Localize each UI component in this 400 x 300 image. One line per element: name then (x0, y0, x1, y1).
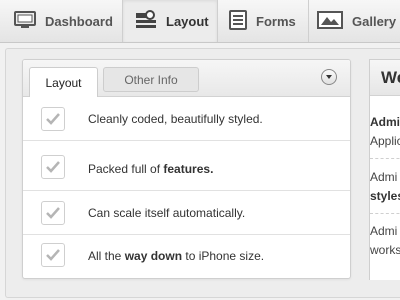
layout-icon (135, 9, 157, 33)
list-item: Cleanly coded, beautifully styled. (23, 97, 350, 141)
tab-other-info[interactable]: Other Info (103, 67, 199, 92)
side-text: styles (370, 189, 400, 203)
text-part: Can scale itself automatically. (88, 206, 246, 220)
nav-item-forms[interactable]: Forms (218, 0, 309, 42)
divider (370, 213, 400, 214)
welcome-panel: We Admi Applic Admi styles Admi works (369, 59, 400, 280)
text-part: Packed full of (88, 162, 164, 176)
tab-layout[interactable]: Layout (29, 67, 98, 97)
side-text: works (370, 243, 400, 257)
nav-item-dashboard[interactable]: Dashboard (0, 0, 123, 42)
welcome-panel-title: We (370, 60, 400, 96)
list-item-label: Can scale itself automatically. (88, 206, 245, 220)
list-item: Can scale itself automatically. (23, 191, 350, 235)
layout-panel: Layout Other Info Cleanly coded, beautif… (22, 59, 351, 279)
list-item: All the way down to iPhone size. (23, 235, 350, 278)
monitor-icon (14, 10, 36, 32)
top-navigation: Dashboard Layout Forms Gallery (0, 0, 400, 43)
text-part-bold: way down (124, 249, 183, 263)
list-item: Packed full of features. (23, 141, 350, 191)
side-text: Applic (370, 134, 400, 148)
checkmark-icon[interactable] (41, 201, 65, 225)
text-part: to iPhone size. (182, 249, 265, 263)
nav-item-layout[interactable]: Layout (123, 0, 218, 42)
nav-label-gallery: Gallery (352, 13, 397, 29)
nav-label-layout: Layout (166, 13, 209, 29)
divider (370, 158, 400, 159)
list-item-label: All the way down to iPhone size. (88, 249, 264, 263)
checkmark-icon[interactable] (41, 107, 65, 131)
collapse-chevron-down-icon[interactable] (321, 69, 337, 85)
forms-icon (229, 9, 247, 33)
list-item-label: Packed full of features. (88, 162, 213, 176)
checkmark-icon[interactable] (41, 243, 65, 267)
text-part: Cleanly coded, beautifully styled. (88, 112, 263, 126)
gallery-icon (317, 10, 343, 32)
text-part: All the (88, 249, 125, 263)
list-item-label: Cleanly coded, beautifully styled. (88, 112, 263, 126)
side-text: Admi (370, 115, 400, 129)
nav-item-gallery[interactable]: Gallery (309, 0, 400, 42)
nav-label-forms: Forms (256, 13, 296, 29)
panel-header: Layout Other Info (23, 60, 350, 97)
side-text: Admi (370, 224, 398, 238)
nav-label-dashboard: Dashboard (45, 13, 113, 29)
side-text: Admi (370, 170, 398, 184)
checkmark-icon[interactable] (41, 155, 65, 179)
text-part-bold: features. (163, 162, 214, 176)
